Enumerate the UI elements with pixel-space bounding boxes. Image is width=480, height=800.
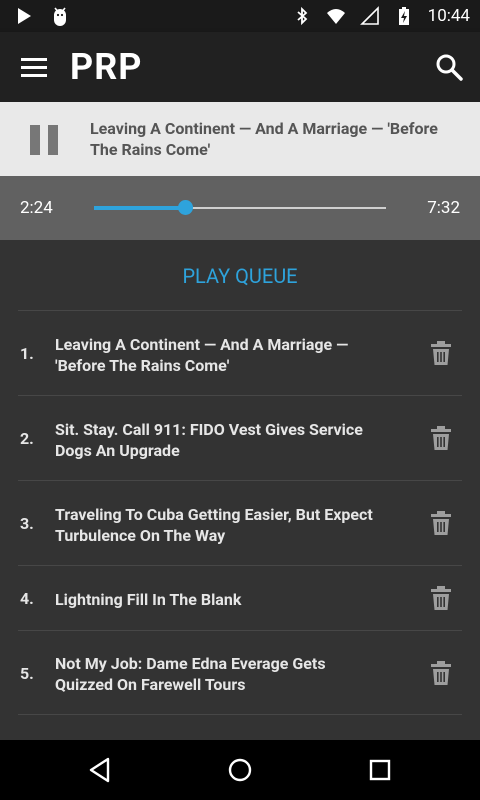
queue-item[interactable]: 5. Not My Job: Dame Edna Everage Gets Qu…	[18, 630, 462, 714]
system-nav-bar	[0, 740, 480, 800]
app-title: PRP	[70, 46, 143, 88]
search-icon[interactable]	[434, 52, 464, 82]
home-icon[interactable]	[226, 756, 254, 784]
recents-icon[interactable]	[366, 756, 394, 784]
pause-icon[interactable]	[24, 120, 64, 160]
trash-icon[interactable]	[430, 585, 452, 611]
seek-progress	[94, 206, 185, 210]
signal-icon	[359, 6, 379, 25]
queue-item-number: 2.	[20, 429, 34, 448]
wifi-icon	[326, 9, 345, 24]
list-divider	[18, 714, 462, 715]
queue-item-title: Lightning Fill In The Blank	[55, 590, 242, 609]
hamburger-menu-icon[interactable]	[18, 54, 50, 82]
bluetooth-icon	[297, 6, 307, 26]
elapsed-time: 2:24	[20, 198, 53, 218]
battery-charging-icon	[398, 7, 409, 25]
status-bar: 10:44	[0, 0, 480, 32]
queue-item-title: Sit. Stay. Call 911: FIDO Vest Gives Ser…	[55, 420, 363, 460]
trash-icon[interactable]	[430, 510, 452, 536]
play-icon	[18, 8, 31, 24]
queue-item-number: 4.	[20, 589, 34, 608]
now-playing-title: Leaving A Continent — And A Marriage — '…	[90, 119, 438, 159]
back-icon[interactable]	[86, 756, 114, 784]
queue-item-number: 1.	[20, 344, 34, 363]
total-duration: 7:32	[427, 198, 460, 218]
queue-item[interactable]: 2. Sit. Stay. Call 911: FIDO Vest Gives …	[18, 395, 462, 480]
queue-item-title: Traveling To Cuba Getting Easier, But Ex…	[55, 505, 373, 545]
status-time: 10:44	[427, 6, 470, 26]
seek-thumb[interactable]	[177, 200, 193, 215]
app-bar: PRP	[0, 32, 480, 102]
play-queue-list: 1. Leaving A Continent — And A Marriage …	[18, 310, 462, 714]
seek-track[interactable]	[94, 200, 386, 215]
trash-icon[interactable]	[430, 340, 452, 366]
play-queue-heading: PLAY QUEUE	[182, 264, 298, 288]
android-debug-icon	[54, 7, 66, 26]
trash-icon[interactable]	[430, 425, 452, 451]
queue-item[interactable]: 1. Leaving A Continent — And A Marriage …	[18, 310, 462, 395]
seek-bar: 2:24 7:32	[0, 176, 480, 240]
trash-icon[interactable]	[430, 660, 452, 686]
queue-item-title: Leaving A Continent — And A Marriage — '…	[55, 335, 349, 375]
now-playing-bar[interactable]: Leaving A Continent — And A Marriage — '…	[0, 102, 480, 176]
queue-item[interactable]: 3. Traveling To Cuba Getting Easier, But…	[18, 480, 462, 565]
queue-item-number: 3.	[20, 514, 34, 533]
queue-item-number: 5.	[20, 664, 34, 683]
queue-item[interactable]: 4. Lightning Fill In The Blank	[18, 565, 462, 630]
queue-item-title: Not My Job: Dame Edna Everage Gets Quizz…	[55, 654, 326, 694]
